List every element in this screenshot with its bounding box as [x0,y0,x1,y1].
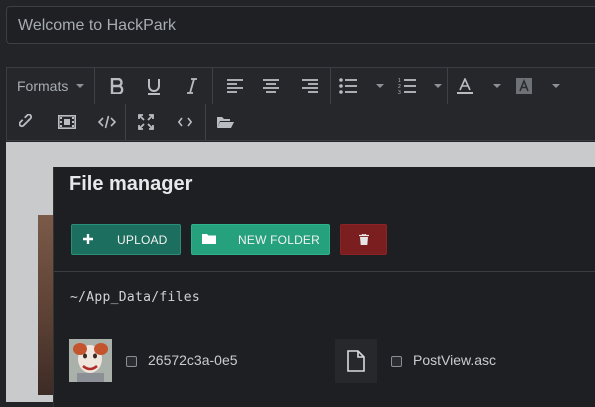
text-color-icon [457,78,473,94]
text-color-button[interactable] [457,68,501,104]
alignment-group [212,68,331,104]
align-right-button[interactable] [295,68,325,104]
chevron-down-icon [552,84,560,88]
file-group [205,104,245,140]
numbered-list-button[interactable]: 123 [398,68,442,104]
numbered-list-icon: 123 [398,78,416,94]
file-manager-dialog: File manager UPLOAD NEW FOLDER ~/App_Dat… [53,167,595,407]
divider [54,271,595,272]
svg-text:3: 3 [398,90,401,94]
formats-group: Formats [7,68,95,104]
bullet-list-icon [339,78,357,94]
trash-icon [358,234,369,245]
text-style-group [94,68,213,104]
chevron-down-icon [376,84,384,88]
link-icon [19,114,33,128]
background-image-strip [38,215,54,395]
folder-icon [202,234,216,244]
underline-button[interactable] [139,68,169,104]
folder-open-icon [217,117,234,128]
file-name[interactable]: 26572c3a-0e5 [148,352,238,368]
document-icon [347,350,365,372]
editor-toolbar: Formats 1 2 3 [6,67,595,141]
fullscreen-button[interactable] [131,104,161,140]
color-group [447,68,564,104]
chevron-down-icon [493,84,501,88]
bullet-list-button[interactable] [339,68,384,104]
post-title-input[interactable]: Welcome to HackPark [6,6,595,44]
background-color-button[interactable] [516,68,560,104]
bold-icon [110,78,124,94]
underline-icon [148,78,160,95]
film-icon [58,115,76,129]
formats-label: Formats [17,78,69,94]
file-thumbnail[interactable] [335,339,377,383]
background-color-icon [516,78,532,94]
chevron-down-icon [434,84,442,88]
media-button[interactable] [52,104,82,140]
link-button[interactable] [12,104,42,140]
upload-button[interactable]: UPLOAD [71,224,181,255]
clown-image-icon [69,339,112,382]
align-center-icon [263,79,279,93]
plus-icon [83,234,93,244]
align-left-icon [227,79,243,93]
toolbar-row-2 [7,104,595,140]
bold-button[interactable] [102,68,132,104]
file-checkbox[interactable] [126,356,137,367]
file-checkbox[interactable] [391,356,402,367]
align-right-icon [302,79,318,93]
fullscreen-icon [138,114,154,130]
file-manager-button[interactable] [210,104,240,140]
code-icon [178,117,192,127]
current-path: ~/App_Data/files [70,290,201,305]
file-thumbnail[interactable] [69,339,112,382]
italic-button[interactable] [177,68,207,104]
file-name[interactable]: PostView.asc [413,352,496,368]
insert-group [7,104,126,140]
formats-dropdown[interactable]: Formats [17,68,87,104]
list-group: 123 [330,68,448,104]
new-folder-button[interactable]: NEW FOLDER [191,224,330,255]
source-code-icon [98,115,116,129]
delete-button[interactable] [340,224,387,255]
chevron-down-icon [76,84,84,88]
source-code-button[interactable] [92,104,122,140]
dialog-title: File manager [69,173,193,195]
align-center-button[interactable] [256,68,286,104]
upload-label: UPLOAD [117,232,168,247]
italic-icon [187,78,197,94]
new-folder-label: NEW FOLDER [238,232,321,247]
align-left-button[interactable] [220,68,250,104]
toolbar-row-1: Formats 1 2 3 [7,68,595,104]
view-group [125,104,206,140]
code-button[interactable] [170,104,200,140]
